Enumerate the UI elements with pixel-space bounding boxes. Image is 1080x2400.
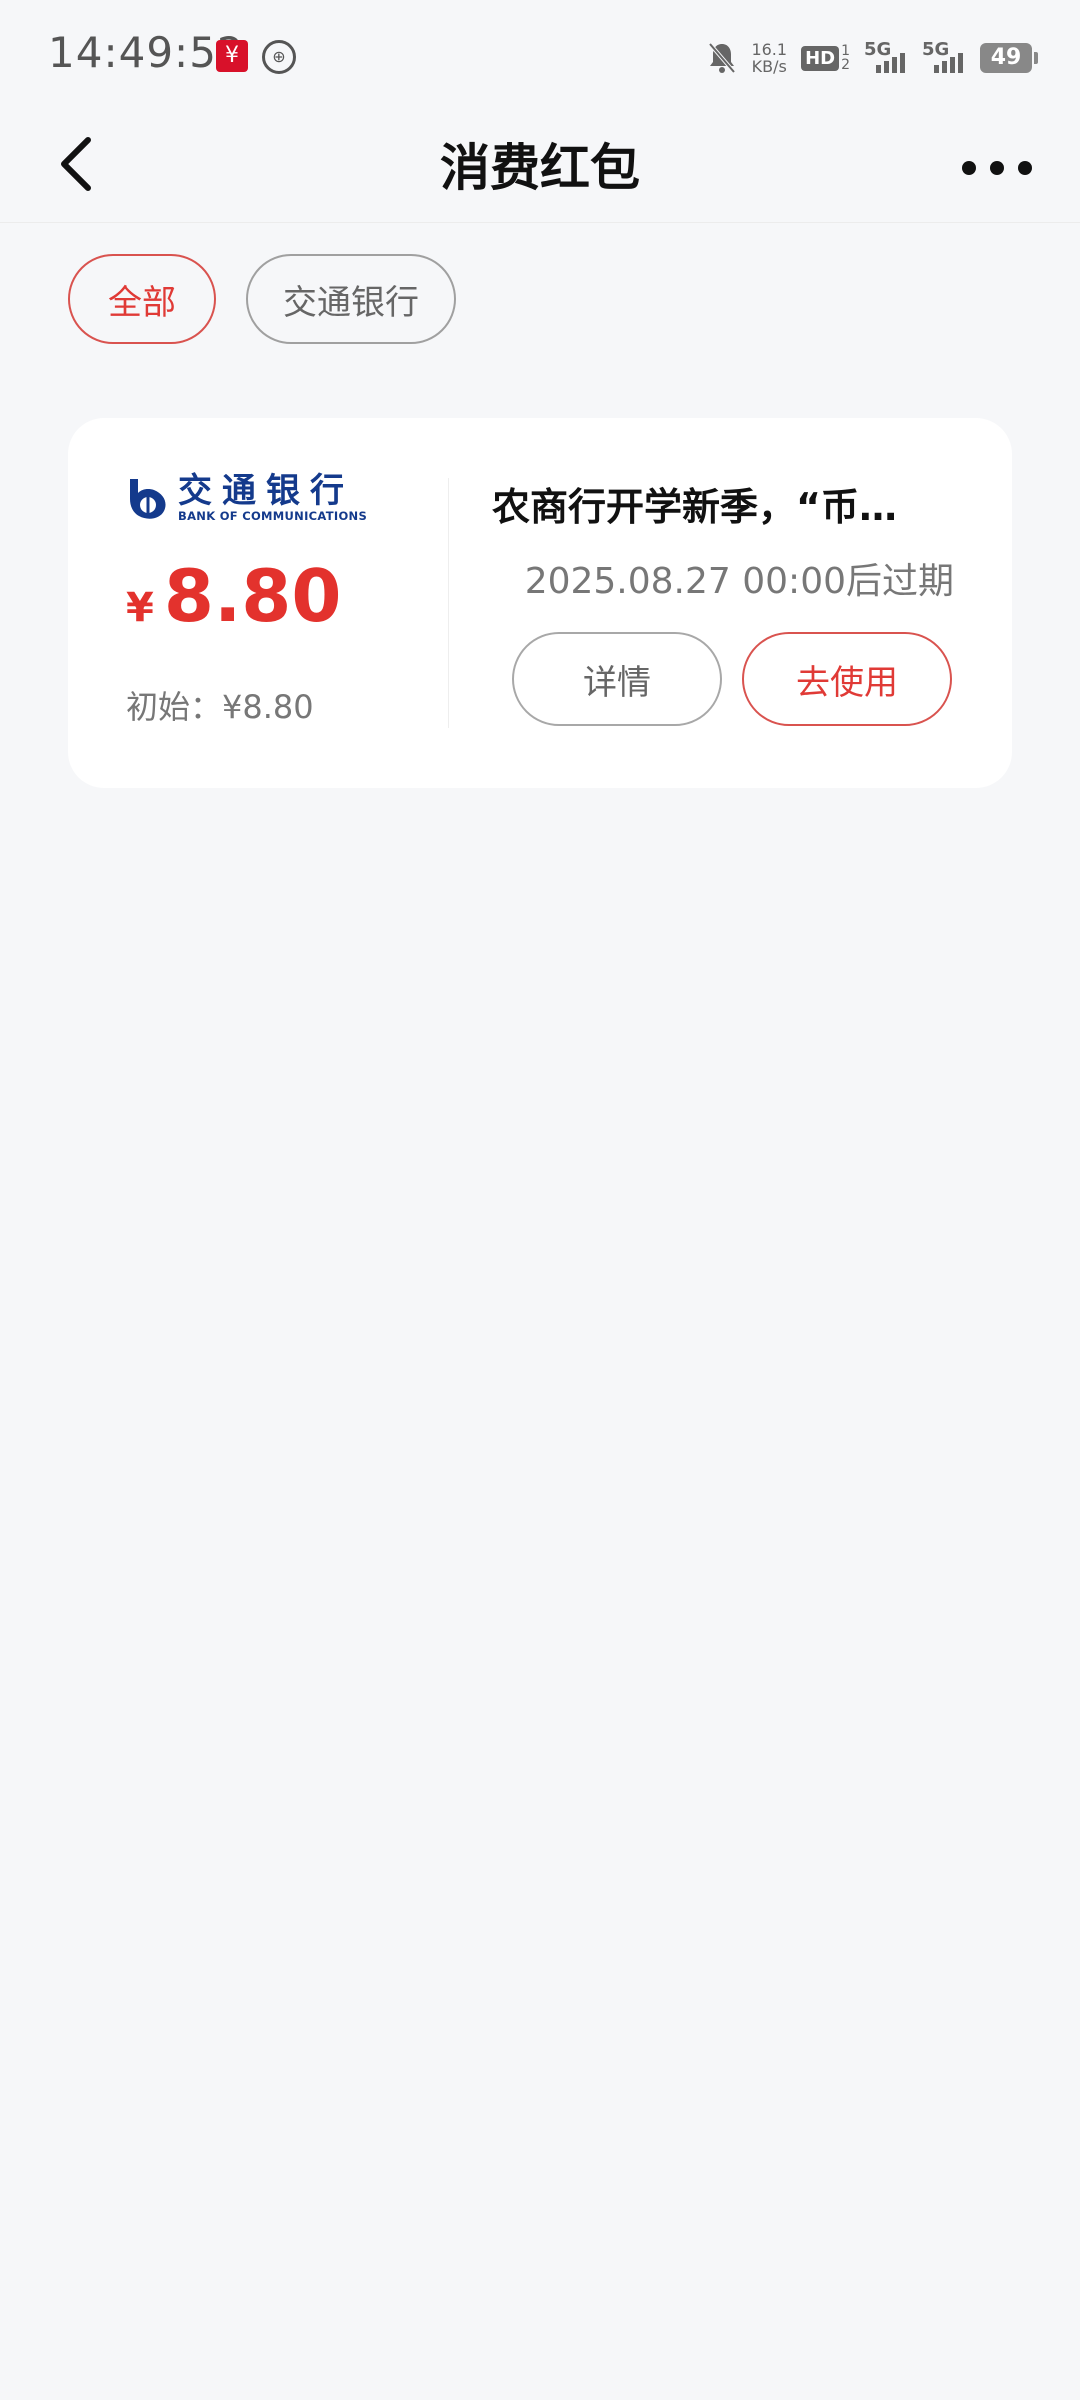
hd-badge: HD <box>801 45 840 71</box>
nav-bar: 消费红包 <box>0 110 1080 223</box>
hd-indicator: HD 1 2 <box>801 44 850 72</box>
filter-row: 全部 交通银行 <box>68 254 456 344</box>
amount-value: 8.80 <box>163 554 342 638</box>
signal-icon: 5G <box>922 39 966 73</box>
bank-logo-text: 交通银行 BANK OF COMMUNICATIONS <box>178 472 367 523</box>
network-speed-value: 16.1 <box>751 40 788 59</box>
bell-muted-icon <box>707 41 737 75</box>
network-speed: 16.1 KB/s <box>751 41 787 75</box>
card-divider <box>448 478 449 728</box>
coupon-amount: ¥ 8.80 <box>126 554 342 638</box>
bank-logo: 交通银行 BANK OF COMMUNICATIONS <box>126 472 367 523</box>
status-bar: 14:49:52 ¥ ⊕ 16.1 KB/s HD 1 2 5G 5G 49 <box>0 0 1080 110</box>
initial-amount: 初始：¥8.80 <box>126 688 314 726</box>
network-speed-unit: KB/s <box>751 57 787 76</box>
more-dots-icon <box>962 161 976 175</box>
signal-1-label: 5G <box>864 39 892 60</box>
sim-slot-label: 1 2 <box>841 43 850 73</box>
bank-of-communications-logo-icon <box>126 475 170 521</box>
bank-name-en: BANK OF COMMUNICATIONS <box>178 509 368 523</box>
currency-app-icon: ⊕ <box>262 40 296 74</box>
more-button[interactable] <box>962 148 1032 188</box>
coupon-title: 农商行开学新季，“币… <box>492 485 897 529</box>
currency-symbol: ¥ <box>126 585 154 631</box>
battery-icon: 49 <box>980 43 1038 73</box>
digital-rmb-app-icon: ¥ <box>216 40 248 72</box>
use-button[interactable]: 去使用 <box>742 632 952 726</box>
status-indicators: 16.1 KB/s HD 1 2 5G 5G 49 <box>707 38 1038 78</box>
bank-name-cn: 交通银行 <box>178 471 354 511</box>
filter-chip-all[interactable]: 全部 <box>68 254 216 344</box>
signal-icon: 5G <box>864 39 908 73</box>
coupon-expiry: 2025.08.27 00:00后过期 <box>524 561 954 602</box>
signal-2-label: 5G <box>922 39 950 60</box>
page-title: 消费红包 <box>440 139 640 197</box>
coupon-amount-section: 交通银行 BANK OF COMMUNICATIONS ¥ 8.80 初始：¥8… <box>68 418 448 788</box>
coupon-card[interactable]: 交通银行 BANK OF COMMUNICATIONS ¥ 8.80 初始：¥8… <box>68 418 1012 788</box>
filter-chip-bank[interactable]: 交通银行 <box>246 254 456 344</box>
detail-button[interactable]: 详情 <box>512 632 722 726</box>
